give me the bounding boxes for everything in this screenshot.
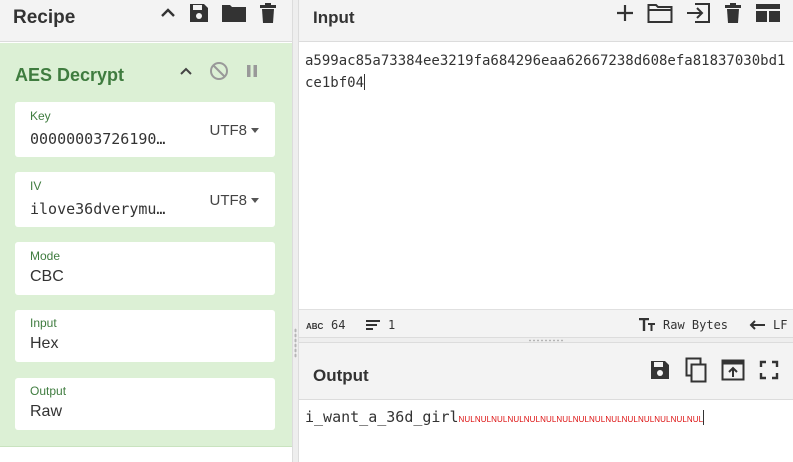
iv-field[interactable]: IV ilove36dverymu… UTF8	[15, 172, 275, 227]
output-format-select[interactable]: Raw	[30, 403, 62, 421]
recipe-panel: Recipe AES Decrypt Key 00000003726190… U…	[0, 0, 292, 462]
iv-label: IV	[30, 179, 42, 193]
copy-icon[interactable]	[685, 357, 707, 383]
text-format-icon	[638, 318, 656, 332]
input-length: 64	[331, 318, 346, 332]
input-title: Input	[313, 8, 355, 27]
nul-char: NUL	[556, 415, 573, 424]
iv-input[interactable]: ilove36dverymu…	[30, 200, 165, 218]
iv-encoding-value: UTF8	[209, 192, 248, 209]
input-text: a599ac85a73384ee3219fa684296eaa62667238d…	[305, 53, 786, 91]
length-icon: ABC	[306, 319, 324, 331]
operation-title: AES Decrypt	[15, 65, 125, 85]
nul-char: NUL	[540, 415, 557, 424]
nul-char: NUL	[686, 415, 704, 424]
pause-icon[interactable]	[244, 63, 260, 79]
nul-char: NUL	[491, 415, 508, 424]
plus-icon[interactable]	[615, 3, 635, 23]
splitter-grip	[294, 328, 297, 358]
cyberchef-window: Recipe AES Decrypt Key 00000003726190… U…	[0, 0, 793, 462]
save-icon[interactable]	[188, 2, 210, 24]
input-format: Raw Bytes	[663, 318, 729, 332]
mode-label: Mode	[30, 249, 61, 263]
caret-down-icon	[251, 128, 259, 133]
replace-input-icon[interactable]	[721, 359, 745, 381]
input-status-bar: ABC 64 1 Raw Bytes LF	[299, 309, 793, 337]
key-field[interactable]: Key 00000003726190… UTF8	[15, 102, 275, 157]
import-file-icon[interactable]	[685, 2, 711, 24]
recipe-header: Recipe	[0, 0, 292, 42]
nul-characters: NULNULNULNULNULNULNULNULNULNULNULNULNULN…	[459, 408, 704, 426]
lines-icon	[365, 319, 381, 331]
nul-char: NUL	[572, 415, 590, 424]
layout-icon[interactable]	[755, 2, 781, 24]
nul-char: NUL	[621, 415, 638, 424]
nul-char: NUL	[605, 415, 622, 424]
chevron-up-icon[interactable]	[159, 4, 177, 22]
chr-encoding-button[interactable]: Raw Bytes	[638, 318, 728, 332]
input-lines: 1	[388, 318, 396, 332]
input-format-field[interactable]: Input Hex	[15, 310, 275, 362]
text-cursor	[703, 410, 705, 425]
text-cursor	[364, 74, 366, 90]
return-arrow-icon	[748, 319, 766, 331]
nul-char: NUL	[474, 415, 492, 424]
mode-field[interactable]: Mode CBC	[15, 242, 275, 295]
save-icon[interactable]	[649, 359, 671, 381]
splitter-grip	[528, 339, 564, 342]
nul-char: NUL	[523, 415, 541, 424]
trash-icon[interactable]	[258, 2, 278, 24]
key-input[interactable]: 00000003726190…	[30, 130, 165, 148]
maximize-icon[interactable]	[759, 360, 779, 380]
input-format-label: Input	[30, 316, 57, 330]
nul-char: NUL	[458, 415, 475, 424]
iv-encoding-dropdown[interactable]: UTF8	[209, 192, 259, 209]
nul-char: NUL	[637, 415, 655, 424]
key-encoding-dropdown[interactable]: UTF8	[209, 122, 259, 139]
vertical-splitter[interactable]	[292, 0, 299, 462]
nul-char: NUL	[507, 415, 524, 424]
output-header: Output	[299, 343, 793, 400]
input-header: Input	[299, 0, 793, 42]
nul-char: NUL	[670, 415, 687, 424]
trash-icon[interactable]	[723, 2, 743, 24]
svg-text:ABC: ABC	[306, 322, 324, 331]
output-title: Output	[313, 366, 369, 385]
open-folder-icon[interactable]	[647, 2, 673, 24]
input-format-select[interactable]: Hex	[30, 335, 58, 353]
aes-decrypt-operation: AES Decrypt Key 00000003726190… UTF8 IV …	[0, 43, 292, 447]
output-text: i_want_a_36d_girl	[305, 408, 459, 426]
caret-down-icon	[251, 198, 259, 203]
output-format-label: Output	[30, 384, 67, 398]
disable-icon[interactable]	[209, 61, 229, 81]
nul-char: NUL	[589, 415, 606, 424]
key-label: Key	[30, 109, 51, 123]
chevron-up-icon[interactable]	[178, 63, 194, 79]
eol-button[interactable]: LF	[748, 318, 787, 332]
key-encoding-value: UTF8	[209, 122, 248, 139]
io-panel: Input a599ac85a73384ee3219fa684296eaa626…	[299, 0, 793, 462]
mode-select[interactable]: CBC	[30, 268, 64, 286]
folder-icon[interactable]	[221, 2, 247, 24]
input-textarea[interactable]: a599ac85a73384ee3219fa684296eaa62667238d…	[305, 50, 789, 94]
recipe-title: Recipe	[13, 7, 76, 28]
output-format-field[interactable]: Output Raw	[15, 378, 275, 430]
nul-char: NUL	[654, 415, 671, 424]
output-textarea[interactable]: i_want_a_36d_girl NULNULNULNULNULNULNULN…	[305, 408, 705, 426]
input-eol: LF	[773, 318, 788, 332]
